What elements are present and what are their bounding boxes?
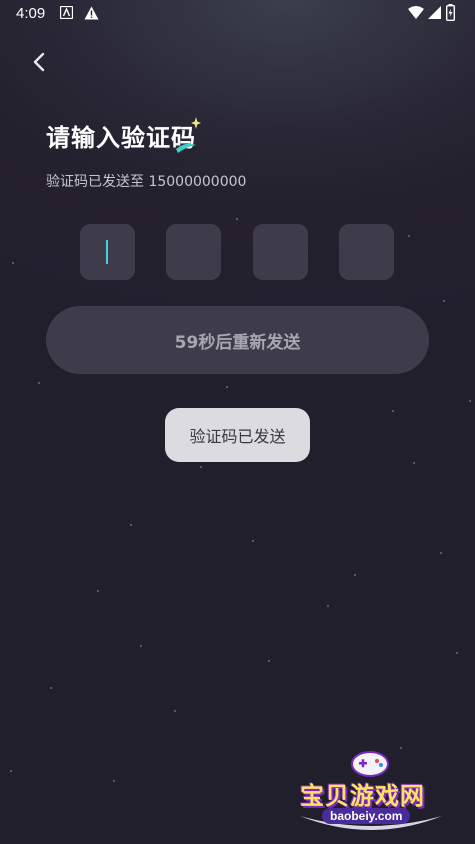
code-sent-prefix: 验证码已发送至: [46, 174, 144, 190]
warning-icon: [84, 6, 99, 20]
watermark-logo: 宝贝游戏网 baobeiy.com: [296, 748, 446, 840]
code-digit-box-1[interactable]: [80, 224, 135, 280]
signal-icon: [428, 6, 441, 19]
text-cursor: [106, 240, 108, 264]
code-input-row: [80, 224, 395, 280]
watermark-name: 宝贝游戏网: [300, 782, 425, 810]
phone-number: 15000000000: [148, 174, 247, 190]
back-arrow-icon[interactable]: [26, 48, 54, 76]
code-sent-notice: 验证码已发送至 15000000000: [46, 171, 246, 191]
code-digit-box-4[interactable]: [339, 224, 394, 280]
gamepad-icon: [351, 751, 389, 777]
battery-icon: [446, 4, 455, 21]
sparkle-decoration-icon: [176, 117, 201, 153]
toast-message: 验证码已发送: [165, 408, 310, 462]
wifi-icon: [408, 6, 424, 19]
status-time: 4:09: [16, 5, 46, 22]
resend-countdown-button[interactable]: 59秒后重新发送: [46, 306, 429, 374]
code-digit-box-3[interactable]: [253, 224, 308, 280]
notification-app-icon: [60, 6, 73, 19]
watermark-url: baobeiy.com: [322, 808, 411, 824]
status-bar: 4:09: [0, 0, 475, 28]
code-digit-box-2[interactable]: [166, 224, 221, 280]
